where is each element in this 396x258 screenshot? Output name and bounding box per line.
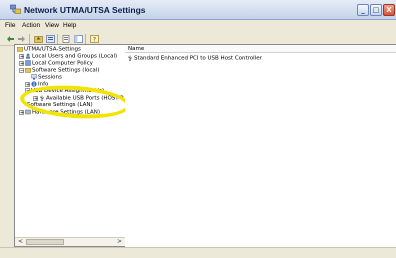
export-list-button[interactable] — [61, 34, 71, 44]
forward-button[interactable] — [16, 34, 26, 44]
horizontal-scrollbar[interactable]: < > — [15, 237, 125, 246]
help-icon: ? — [89, 35, 99, 44]
tree-item-software-lan[interactable]: Software Settings (LAN) — [27, 102, 93, 109]
collapse-icon[interactable]: − — [19, 67, 24, 73]
menu-help[interactable]: Help — [63, 22, 76, 29]
tree-item-root[interactable]: UTMA/UTSA-Settings — [17, 46, 81, 53]
minimize-button[interactable]: _ — [357, 4, 369, 16]
usb-icon — [39, 95, 45, 101]
expand-icon[interactable]: + — [19, 60, 24, 66]
minimize-icon: _ — [361, 5, 365, 14]
info-icon — [31, 81, 37, 87]
window-title: Network UTMA/UTSA Settings — [24, 5, 146, 15]
tree-item-label: Info — [38, 81, 49, 88]
menu-file[interactable]: File — [5, 22, 15, 29]
tree-item-local-policy[interactable]: + Local Computer Policy — [19, 60, 93, 67]
scroll-right-button[interactable]: > — [115, 238, 124, 246]
tree-item-software-local[interactable]: − Software Settings (local) — [19, 67, 99, 74]
tree-item-label: Local Users and Groups (Local) — [32, 53, 118, 60]
close-button[interactable]: X — [383, 4, 395, 16]
menu-action[interactable]: Action — [22, 22, 40, 29]
tree-item-label: Software Settings (local) — [32, 67, 100, 74]
back-button[interactable] — [5, 34, 15, 44]
toolbar-separator — [57, 34, 58, 44]
maximize-icon: □ — [372, 5, 380, 14]
tree-item-info[interactable]: + Info — [25, 81, 48, 88]
export-list-icon — [62, 35, 69, 43]
menu-view[interactable]: View — [45, 22, 59, 29]
details-pane[interactable]: Name Standard Enhanced PCI to USB Host C… — [125, 44, 396, 247]
column-header[interactable]: Name — [125, 45, 396, 53]
expand-icon[interactable]: + — [19, 53, 24, 59]
tree-item-hardware-lan[interactable]: + Hardware Settings (LAN) — [19, 109, 100, 116]
maximize-button[interactable]: □ — [370, 4, 382, 16]
tree-item-label: Software Settings (LAN) — [27, 102, 93, 108]
expand-icon[interactable]: + — [25, 81, 30, 87]
tree-item-label: Hardware Settings (LAN) — [32, 109, 100, 116]
toolbar-separator — [85, 34, 86, 44]
collapse-icon[interactable]: − — [25, 88, 30, 94]
status-bar — [0, 247, 396, 258]
up-one-level-button[interactable] — [33, 34, 43, 44]
hardware-icon — [25, 109, 31, 115]
folder-icon — [17, 47, 23, 52]
tree-item-local-users[interactable]: + Local Users and Groups (Local) — [19, 53, 117, 60]
tree-item-label: Available USB Ports (HOST-P — [46, 95, 124, 102]
help-button[interactable]: ? — [89, 34, 99, 44]
list-item-label: Standard Enhanced PCI to USB Host Contro… — [134, 55, 262, 62]
folder-icon — [25, 68, 31, 73]
network-settings-icon — [10, 4, 21, 14]
users-icon — [26, 53, 30, 59]
forward-arrow-icon — [17, 36, 25, 42]
svg-text:?: ? — [92, 37, 95, 44]
tree-item-label: UTMA/UTSA-Settings — [24, 46, 81, 53]
show-hide-tree-button[interactable] — [73, 34, 83, 44]
tree-item-sessions[interactable]: Sessions — [31, 74, 62, 81]
tree-item-label: Local Computer Policy — [32, 60, 93, 67]
tree-item-usb-assignments[interactable]: −USB Device Assignment(s) — [25, 88, 104, 95]
menu-bar: File Action View Help — [0, 20, 396, 33]
list-item[interactable]: Standard Enhanced PCI to USB Host Contro… — [127, 55, 262, 63]
tree-item-label: USB Device Assignment(s) — [31, 88, 105, 94]
toolbar-separator — [29, 34, 30, 44]
column-header-name[interactable]: Name — [128, 45, 144, 53]
sessions-icon — [31, 74, 37, 80]
console-tree-pane[interactable]: UTMA/UTSA-Settings + Local Users and Grou… — [14, 44, 126, 247]
properties-button[interactable] — [45, 34, 55, 44]
properties-icon — [45, 35, 55, 43]
expand-icon[interactable]: + — [33, 95, 38, 101]
up-folder-icon — [33, 36, 43, 43]
scroll-left-button[interactable]: < — [16, 238, 25, 246]
app-window: Network UTMA/UTSA Settings _ □ X File Ac… — [0, 0, 396, 258]
close-icon: X — [386, 5, 392, 14]
tree-item-label: Sessions — [38, 74, 62, 81]
show-hide-tree-icon — [73, 35, 83, 43]
expand-icon[interactable]: + — [19, 109, 24, 115]
title-bar[interactable]: Network UTMA/UTSA Settings _ □ X — [0, 0, 396, 20]
back-arrow-icon — [6, 36, 14, 42]
tree-item-available-usb-ports[interactable]: + Available USB Ports (HOST-P — [33, 95, 123, 102]
usb-controller-icon — [127, 55, 133, 61]
policy-icon — [25, 60, 31, 66]
scrollbar-thumb[interactable] — [26, 239, 64, 245]
